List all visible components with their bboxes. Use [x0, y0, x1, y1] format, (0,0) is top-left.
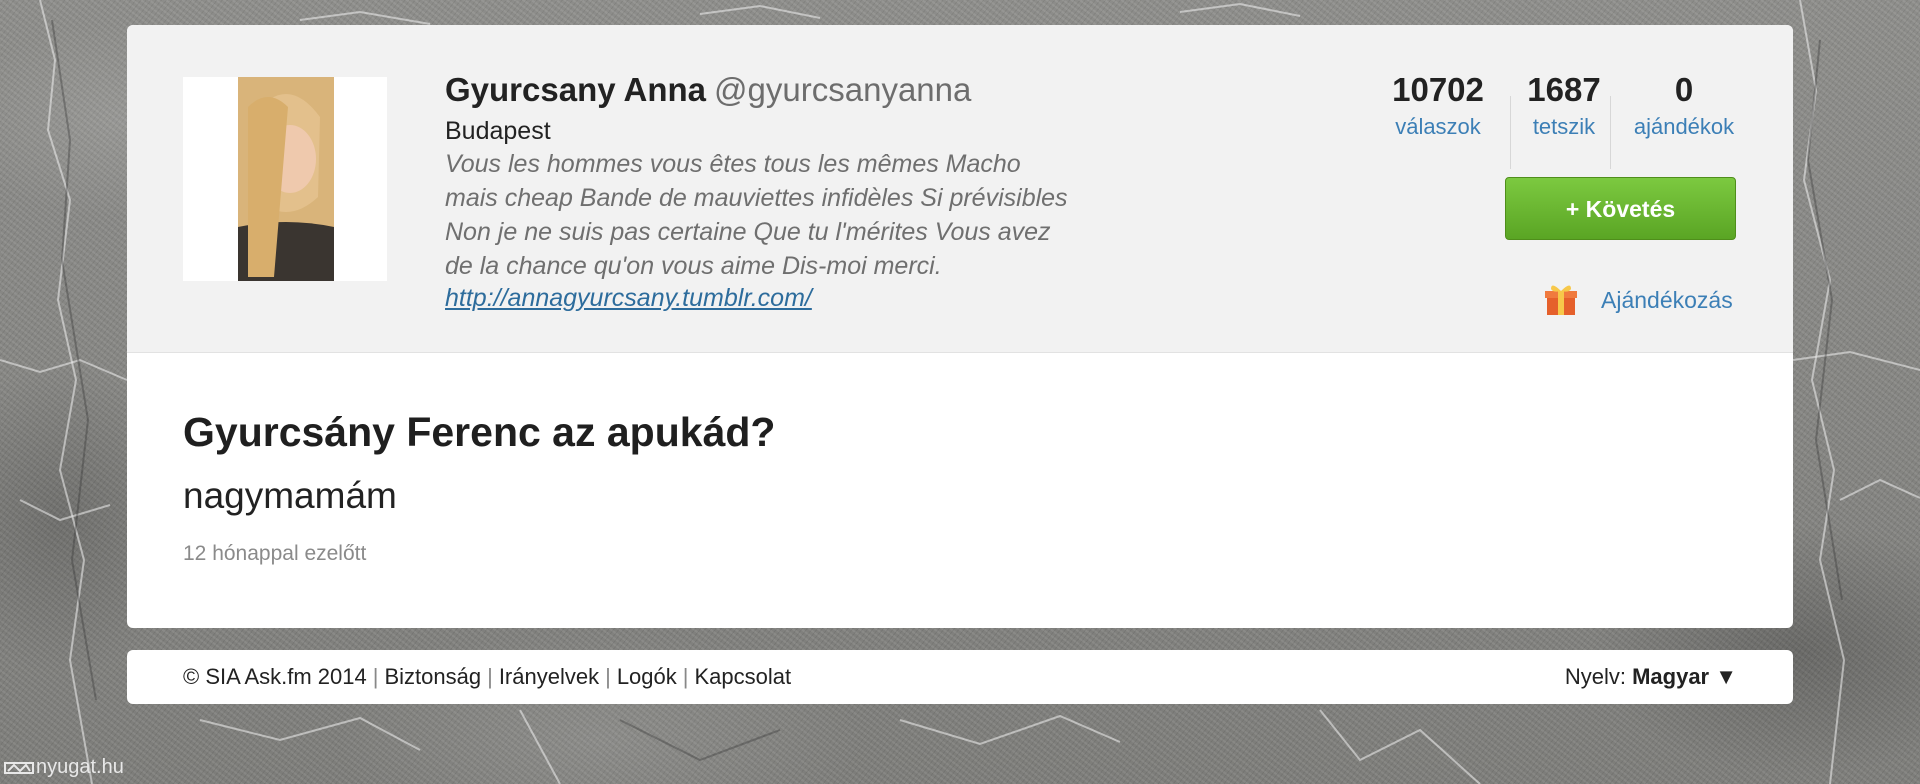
- stat-divider: [1510, 96, 1511, 169]
- post-answer: nagymamám: [183, 475, 397, 516]
- stat-divider: [1610, 96, 1611, 169]
- bio-line: mais cheap Bande de mauviettes infidèles…: [445, 184, 1068, 212]
- footer-separator: |: [372, 664, 379, 689]
- bio-line: Non je ne suis pas certaine Que tu l'mér…: [445, 218, 1051, 246]
- stat-answers[interactable]: 10702 válaszok: [1376, 70, 1500, 142]
- stat-gifts[interactable]: 0 ajándékok: [1624, 70, 1744, 142]
- stat-likes[interactable]: 1687 tetszik: [1512, 70, 1616, 142]
- stat-gifts-label: ajándékok: [1633, 114, 1735, 139]
- stat-likes-count: 1687: [1527, 71, 1601, 108]
- watermark: nyugat.hu: [4, 756, 124, 779]
- language-selector[interactable]: Nyelv: Magyar ▼: [1565, 664, 1737, 690]
- footer-link-guidelines[interactable]: Irányelvek: [499, 664, 599, 689]
- footer-link-safety[interactable]: Biztonság: [384, 664, 481, 689]
- language-label: Nyelv:: [1564, 664, 1626, 689]
- footer-separator: |: [605, 664, 611, 689]
- stat-gifts-count: 0: [1674, 71, 1694, 108]
- profile-name-line: Gyurcsany Anna @gyurcsanyanna: [445, 71, 971, 109]
- watermark-logo-icon: [4, 761, 34, 774]
- profile-bio: Vous les hommes vous êtes tous les mêmes…: [445, 147, 1185, 283]
- footer-copyright: © SIA Ask.fm 2014: [183, 664, 367, 689]
- profile-handle: @gyurcsanyanna: [714, 71, 972, 108]
- page-footer: © SIA Ask.fm 2014 | Biztonság | Irányelvek | L…: [127, 650, 1793, 704]
- footer-link-contact[interactable]: Kapcsolat: [694, 664, 791, 689]
- stat-likes-label: tetszik: [1532, 114, 1596, 139]
- gift-icon: [1545, 285, 1577, 315]
- follow-button[interactable]: + Követés: [1505, 177, 1736, 240]
- profile-location: Budapest: [445, 117, 551, 145]
- profile-header: Gyurcsany Anna @gyurcsanyanna Budapest Vo…: [127, 25, 1793, 353]
- avatar[interactable]: [183, 77, 387, 281]
- language-value: Magyar ▼: [1632, 664, 1737, 689]
- footer-separator: |: [487, 664, 493, 689]
- stat-answers-label: válaszok: [1395, 114, 1481, 139]
- profile-card: Gyurcsany Anna @gyurcsanyanna Budapest Vo…: [127, 25, 1793, 628]
- gift-label: Ajándékozás: [1601, 287, 1733, 313]
- footer-link-logos[interactable]: Logók: [617, 664, 677, 689]
- avatar-photo: [238, 77, 334, 281]
- stat-answers-count: 10702: [1392, 71, 1484, 108]
- post-question[interactable]: Gyurcsány Ferenc az apukád?: [183, 409, 775, 456]
- footer-separator: |: [682, 664, 689, 689]
- footer-links: © SIA Ask.fm 2014 | Biztonság | Irányelvek | L…: [183, 664, 791, 690]
- bio-line: de la chance qu'on vous aime Dis-moi mer…: [445, 252, 942, 280]
- profile-website-link[interactable]: http://annagyurcsany.tumblr.com/: [445, 284, 812, 313]
- post-timestamp[interactable]: 12 hónappal ezelőtt: [183, 542, 366, 566]
- bio-line: Vous les hommes vous êtes tous les mêmes…: [445, 150, 1021, 178]
- watermark-text: nyugat.hu: [36, 756, 124, 778]
- profile-name: Gyurcsany Anna: [445, 71, 707, 108]
